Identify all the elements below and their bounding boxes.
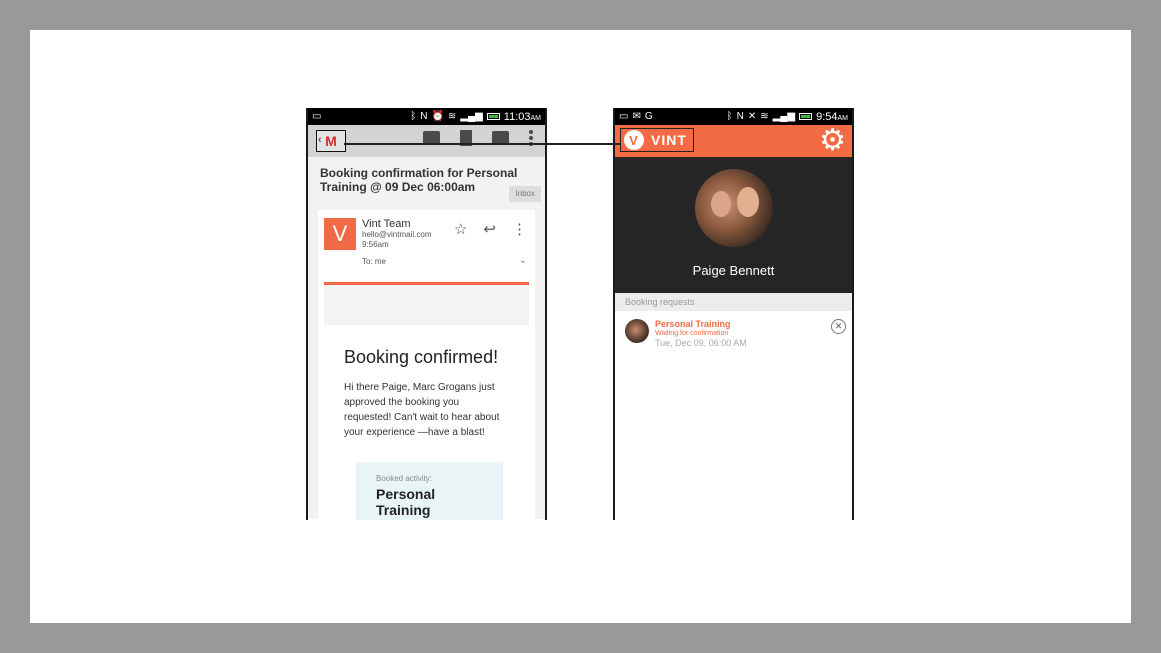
bluetooth-icon: ᛒ xyxy=(726,110,733,122)
signal-icon: ▂▄▆ xyxy=(460,110,483,122)
wifi-icon: ≋ xyxy=(760,110,769,122)
nfc-icon: N xyxy=(736,110,744,122)
vint-logo-button[interactable]: V VINT xyxy=(620,128,694,152)
wifi-icon: ≋ xyxy=(447,110,457,122)
booked-activity-box: Booked activity: Personal Training xyxy=(356,462,503,520)
sender-email: hello@vintmail.com xyxy=(362,230,432,239)
inbox-label[interactable]: Inbox xyxy=(509,186,541,202)
vint-app-bar: V VINT ⚙ xyxy=(615,125,852,157)
email-body-area: V Vint Team hello@vintmail.com 9:56am ☆ … xyxy=(308,205,545,520)
gmail-notification-icon: ✉ xyxy=(632,110,641,122)
battery-icon xyxy=(486,113,500,120)
status-time: 9:54 xyxy=(816,110,838,123)
request-status: Waiting for confirmation xyxy=(655,330,729,337)
email-card: V Vint Team hello@vintmail.com 9:56am ☆ … xyxy=(318,210,535,520)
email-actions: ☆ ↩ ⋮ xyxy=(454,220,527,238)
app-name: VINT xyxy=(651,132,687,148)
email-content: Booking confirmed! Hi there Paige, Marc … xyxy=(324,325,529,520)
request-title: Personal Training xyxy=(655,319,731,329)
google-icon: G xyxy=(644,110,653,122)
status-bar: ▭ ᛒ N ⏰ ≋ ▂▄▆ 11:03AM xyxy=(308,108,545,125)
email-content-bg: Booking confirmed! Hi there Paige, Marc … xyxy=(324,285,529,520)
request-date: Tue, Dec 09, 06:00 AM xyxy=(655,338,747,348)
profile-avatar xyxy=(695,169,773,247)
booked-activity: Personal Training xyxy=(376,486,436,518)
vint-logo-icon: V xyxy=(624,130,644,150)
request-avatar xyxy=(625,319,649,343)
to-text: To: me xyxy=(362,257,387,266)
email-heading: Booking confirmed! xyxy=(344,347,499,367)
chevron-down-icon[interactable]: ⌄ xyxy=(519,255,527,266)
email-subject-text: Booking confirmation for Personal Traini… xyxy=(320,166,518,194)
profile-header: Paige Bennett xyxy=(615,157,852,293)
gmail-back-button[interactable]: ‹ M xyxy=(316,130,346,152)
profile-name: Paige Bennett xyxy=(692,263,775,278)
notification-icon: ▭ xyxy=(312,110,322,122)
status-ampm: AM xyxy=(530,114,542,122)
booked-label: Booked activity: xyxy=(376,474,433,483)
status-time: 11:03 xyxy=(503,110,531,123)
sender-avatar: V xyxy=(324,218,356,250)
overflow-icon[interactable]: ⋮ xyxy=(512,220,527,238)
gmail-toolbar: ‹ M xyxy=(308,125,545,157)
gmail-logo-icon: M xyxy=(325,133,337,149)
gear-icon[interactable]: ⚙ xyxy=(819,126,846,156)
nfc-icon: N xyxy=(420,110,428,122)
slide-canvas xyxy=(30,30,1131,623)
alarm-icon: ⏰ xyxy=(431,110,444,122)
chevron-left-icon: ‹ xyxy=(318,134,322,146)
connector-line xyxy=(344,143,620,145)
email-body-text: Hi there Paige, Marc Grogans just approv… xyxy=(344,382,500,438)
gmail-phone-screen: ▭ ᛒ N ⏰ ≋ ▂▄▆ 11:03AM ‹ M Booking confir… xyxy=(306,108,547,520)
notification-icon: ▭ xyxy=(619,110,629,122)
mute-icon: ✕ xyxy=(747,110,757,122)
bluetooth-icon: ᛒ xyxy=(410,110,417,122)
booking-requests-header: Booking requests xyxy=(615,293,852,311)
close-icon[interactable]: ✕ xyxy=(831,319,846,334)
sender-name: Vint Team xyxy=(362,218,411,230)
sender-time: 9:56am xyxy=(362,240,389,249)
signal-icon: ▂▄▆ xyxy=(772,110,796,122)
vint-phone-screen: ▭ ✉ G ᛒ N ✕ ≋ ▂▄▆ 9:54AM V VINT ⚙ Paige … xyxy=(613,108,854,520)
email-subject: Booking confirmation for Personal Traini… xyxy=(308,157,545,205)
to-line[interactable]: To: me ⌄ xyxy=(324,255,529,266)
status-ampm: AM xyxy=(837,114,849,122)
star-icon[interactable]: ☆ xyxy=(454,220,467,238)
reply-icon[interactable]: ↩ xyxy=(483,220,496,238)
status-bar: ▭ ✉ G ᛒ N ✕ ≋ ▂▄▆ 9:54AM xyxy=(615,108,852,125)
booking-request-item[interactable]: Personal Training Waiting for confirmati… xyxy=(615,311,852,356)
battery-icon xyxy=(799,113,813,120)
